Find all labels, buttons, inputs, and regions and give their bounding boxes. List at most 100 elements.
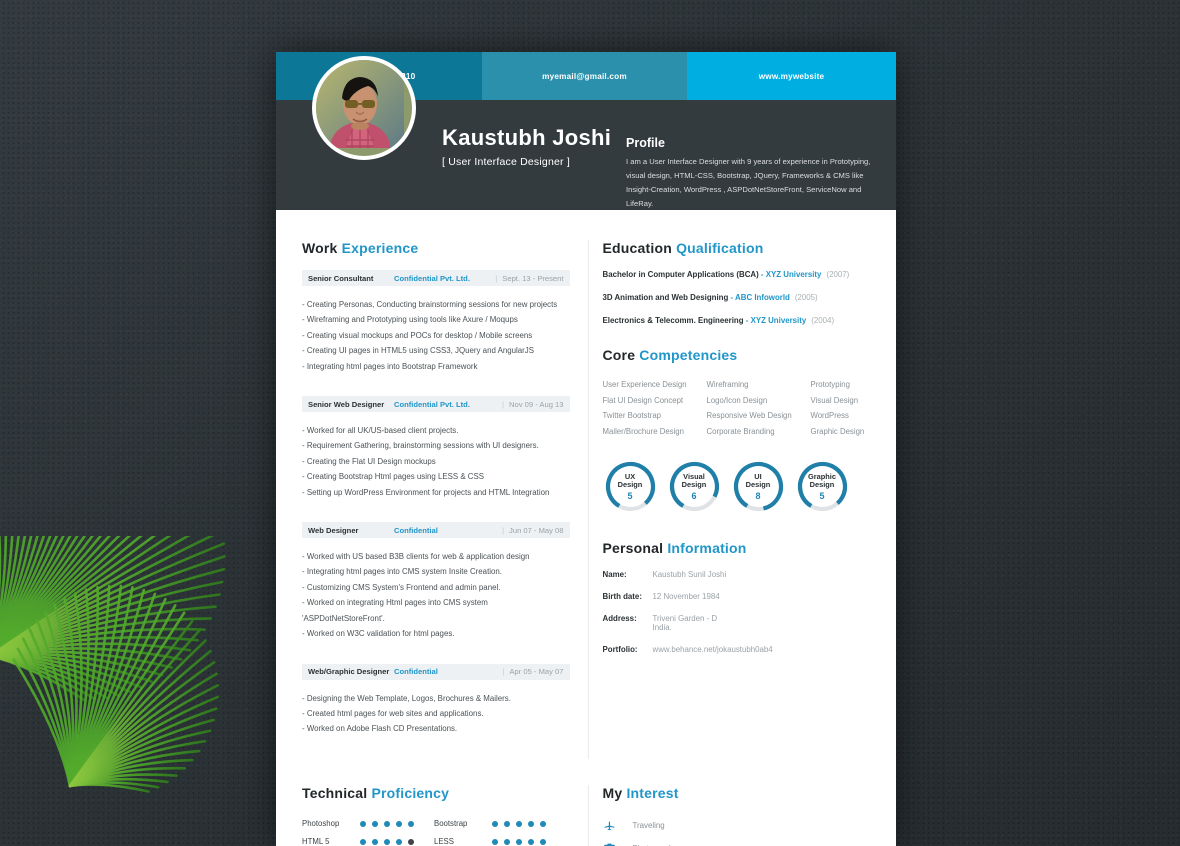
education-item: Electronics & Telecomm. Engineering - XY… (603, 316, 871, 325)
ring-label: Visual Design 6 (667, 459, 722, 514)
proficiency-dot-filled (492, 838, 498, 845)
proficiency-row: Bootstrap (434, 815, 566, 833)
profile-text: I am a User Interface Designer with 9 ye… (626, 157, 871, 209)
job-bullet: - Creating Bootstrap Html pages using LE… (302, 472, 485, 482)
skill-ring: UI Design 8 (731, 459, 786, 514)
contact-email[interactable]: myemail@gmail.com (482, 52, 687, 100)
competency-item: Prototyping (810, 380, 850, 389)
resume-sheet: (+91 ) 9876543210 myemail@gmail.com www.… (276, 52, 896, 846)
job-bullet: - Worked on integrating Html pages into … (302, 598, 488, 608)
contact-website[interactable]: www.mywebsite (687, 52, 896, 100)
education-item: 3D Animation and Web Designing - ABC Inf… (603, 293, 871, 302)
competencies-column-2: Wireframing Logo/Icon Design Responsive We… (707, 377, 811, 439)
ring-score: 5 (819, 490, 825, 501)
job-company: Confidential Pvt. Ltd. (394, 273, 470, 283)
proficiency-dot-filled (396, 838, 402, 845)
proficiency-dot-filled (540, 838, 546, 845)
job-bullet: - Customizing CMS System's Frontend and … (302, 582, 501, 592)
hero-band: Kaustubh Joshi [ User Interface Designer… (276, 56, 896, 211)
job-bullets: - Worked for all UK/US-based client proj… (302, 423, 570, 500)
competency-item: Graphic Design (810, 426, 865, 436)
work-experience-title: Work Experience (302, 240, 570, 256)
skill-rings: UX Design 5 Visual Design 6 UI Design 8 Graphic De… (603, 459, 871, 514)
interests-title-accent: Interest (626, 784, 679, 801)
proficiency-dot-filled (492, 820, 498, 827)
job-bullet: - Integrating html pages into CMS system… (302, 567, 502, 577)
proficiency-column-1: PhotoshopHTML 5CSSJQuery (302, 815, 434, 846)
ring-name-line2: Design (809, 480, 835, 490)
airplane-icon (603, 819, 633, 832)
work-experience-section: Work Experience Senior Consultant Confide… (302, 240, 588, 759)
proficiency-dots (360, 820, 414, 827)
proficiency-title-main: Technical (302, 784, 372, 801)
job-bullet: - Creating the Flat UI Design mockups (302, 456, 436, 466)
education-degree: Electronics & Telecomm. Engineering (602, 316, 744, 325)
competencies-column-1: User Experience Design Flat UI Design Con… (603, 377, 707, 439)
job-header: Senior Web Designer Confidential Pvt. Ltd… (302, 396, 570, 413)
proficiency-dot-empty (408, 838, 414, 845)
avatar (312, 56, 416, 160)
job-bullet: - Worked on Adobe Flash CD Presentations… (302, 724, 458, 734)
education-item: Bachelor in Computer Applications (BCA) … (603, 270, 871, 279)
education-title: Education Qualification (603, 240, 871, 256)
personal-info-row: Address: Triveni Garden - D India. (603, 614, 871, 632)
education-year: (2005) (794, 293, 818, 302)
job-bullet: - Wireframing and Prototyping using tool… (302, 315, 518, 325)
ring-score: 5 (627, 490, 633, 501)
competency-item: Logo/Icon Design (706, 395, 768, 405)
ring-label: Graphic Design 5 (795, 459, 850, 514)
job-bullet: - Worked with US based B3B clients for w… (302, 552, 530, 562)
proficiency-row: Photoshop (302, 815, 434, 833)
palm-leaf-decoration (0, 536, 226, 793)
job-company: Confidential (394, 667, 438, 676)
proficiency-grid: PhotoshopHTML 5CSSJQuery BootstrapLESSAn… (302, 815, 570, 846)
interest-item: Traveling (603, 815, 871, 838)
proficiency-dot-filled (360, 820, 366, 827)
job-bullet: - Created html pages for web sites and a… (302, 708, 484, 718)
right-column: Education Qualification Bachelor in Comp… (587, 240, 871, 759)
personal-info-key: Name: (602, 570, 627, 580)
education-institute: - XYZ University (745, 316, 807, 325)
work-title-main: Work (302, 240, 342, 256)
profile-title: Profile (626, 136, 665, 150)
education-degree: Bachelor in Computer Applications (BCA) (602, 270, 759, 279)
ring-score: 6 (691, 490, 697, 501)
proficiency-title-accent: Proficiency (371, 784, 450, 801)
interests-title-main: My (602, 784, 627, 801)
hero-name-block: Kaustubh Joshi [ User Interface Designer… (442, 125, 612, 168)
interests-title: My Interest (603, 785, 871, 801)
job-role: Senior Consultant (308, 273, 374, 283)
job-bullet: - Creating UI pages in HTML5 using CSS3,… (302, 346, 535, 356)
education-title-main: Education (602, 240, 677, 256)
job-date: | Apr 05 - May 07 (502, 667, 564, 676)
job-role: Web Designer (308, 525, 359, 535)
job-bullets: - Creating Personas, Conducting brainsto… (302, 297, 570, 374)
page-title: Kaustubh Joshi (442, 125, 612, 150)
personal-info-key: Birth date: (602, 592, 642, 602)
job-company: Confidential (394, 525, 438, 535)
job-header: Senior Consultant Confidential Pvt. Ltd. |… (302, 270, 570, 286)
job-bullet: - Creating visual mockups and POCs for d… (302, 330, 533, 340)
personal-info-value: www.behance.net/jokaustubh0ab4 (652, 645, 773, 655)
ring-name-line2: Design (617, 480, 643, 490)
competency-item: Responsive Web Design (706, 411, 792, 421)
ring-label: UI Design 8 (731, 459, 786, 514)
competencies-title-accent: Competencies (639, 347, 738, 363)
job-role: Senior Web Designer (308, 399, 385, 409)
job-header: Web Designer Confidential | Jun 07 - May 08 (302, 522, 570, 539)
job-bullets: - Worked with US based B3B clients for w… (302, 549, 570, 641)
education-institute: - XYZ University (760, 270, 822, 279)
interest-label: Traveling (632, 821, 665, 831)
proficiency-dot-filled (540, 820, 546, 827)
bottom-columns: Technical Proficiency PhotoshopHTML 5CSS… (276, 759, 896, 846)
skill-ring: Graphic Design 5 (795, 459, 850, 514)
proficiency-dot-filled (372, 838, 378, 845)
personal-info-value: 12 November 1984 (652, 592, 720, 602)
profile-block: Profile I am a User Interface Designer w… (626, 136, 878, 211)
competencies-title-main: Core (602, 347, 640, 363)
ring-label: UX Design 5 (603, 459, 658, 514)
proficiency-dot-filled (384, 820, 390, 827)
job-bullet: - Creating Personas, Conducting brainsto… (302, 300, 558, 309)
education-title-accent: Qualification (676, 240, 764, 256)
competencies-grid: User Experience Design Flat UI Design Con… (603, 377, 871, 439)
